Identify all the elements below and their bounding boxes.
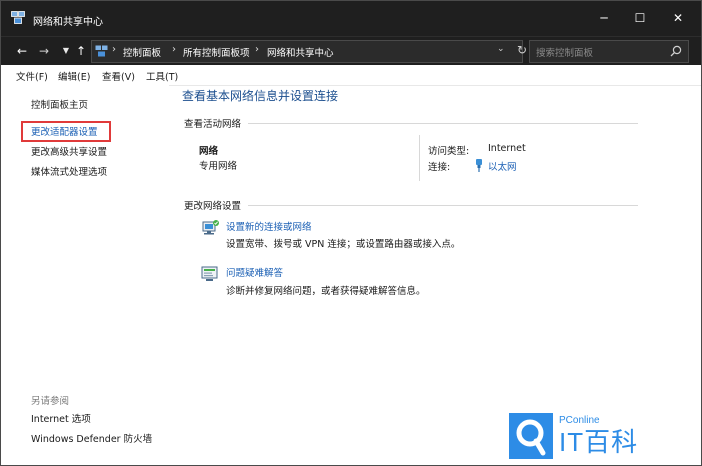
menu-view[interactable]: 查看(V)	[102, 69, 135, 83]
watermark-title: IT百科	[559, 427, 639, 457]
minimize-button[interactable]: ─	[591, 7, 617, 29]
navigation-bar: ← → ▼ ↑ › 控制面板 › 所有控制面板项 › 网络和共享中心 ⌄ ↻ 搜…	[1, 36, 701, 66]
sidebar-item-change-adapter-settings[interactable]: 更改适配器设置	[31, 124, 98, 138]
control-panel-icon	[95, 45, 108, 57]
breadcrumb-all-items[interactable]: 所有控制面板项	[183, 45, 250, 59]
title-bar: 网络和共享中心 ─ ☐ ✕	[1, 1, 701, 36]
maximize-button[interactable]: ☐	[627, 7, 653, 29]
troubleshoot-link[interactable]: 问题疑难解答	[226, 265, 283, 279]
network-setup-icon	[202, 220, 219, 235]
active-networks-heading: 查看活动网络	[184, 119, 242, 130]
close-button[interactable]: ✕	[665, 7, 691, 29]
refresh-icon[interactable]: ↻	[517, 43, 527, 57]
access-type-label: 访问类型:	[428, 146, 470, 157]
section-divider	[248, 123, 638, 124]
network-name: 网络	[199, 146, 219, 157]
setup-connection-description: 设置宽带、拨号或 VPN 连接；或设置路由器或接入点。	[226, 239, 461, 250]
search-box[interactable]: 搜索控制面板	[529, 40, 689, 63]
watermark-brand: PConline	[559, 415, 600, 426]
change-settings-heading: 更改网络设置	[184, 201, 242, 212]
breadcrumb-separator: ›	[112, 44, 116, 55]
forward-button[interactable]: →	[36, 42, 52, 60]
page-title: 查看基本网络信息并设置连接	[182, 89, 339, 103]
setup-connection-link[interactable]: 设置新的连接或网络	[226, 219, 312, 233]
watermark-logo: PConline IT百科	[509, 413, 643, 459]
network-center-icon	[11, 11, 25, 24]
up-button[interactable]: ↑	[73, 42, 89, 60]
vertical-divider	[419, 135, 420, 181]
troubleshoot-icon	[201, 266, 218, 281]
breadcrumb-network-center[interactable]: 网络和共享中心	[267, 45, 334, 59]
breadcrumb-separator: ›	[255, 44, 259, 55]
address-dropdown-icon[interactable]: ⌄	[497, 44, 505, 54]
sidebar-item-media-streaming[interactable]: 媒体流式处理选项	[31, 164, 107, 178]
watermark-icon	[509, 413, 553, 459]
section-divider	[248, 205, 638, 206]
network-category: 专用网络	[199, 161, 238, 172]
back-button[interactable]: ←	[14, 42, 30, 60]
window: 网络和共享中心 ─ ☐ ✕ ← → ▼ ↑ › 控制面板 › 所有控制面板项 ›…	[0, 0, 702, 466]
see-also-internet-options[interactable]: Internet 选项	[31, 411, 91, 425]
ethernet-connection-link[interactable]: 以太网	[488, 159, 517, 173]
menu-tools[interactable]: 工具(T)	[146, 69, 178, 83]
sidebar-item-advanced-sharing[interactable]: 更改高级共享设置	[31, 144, 107, 158]
left-pane: 控制面板主页 更改适配器设置 更改高级共享设置 媒体流式处理选项 另请参阅 In…	[1, 85, 169, 465]
menu-edit[interactable]: 编辑(E)	[58, 69, 90, 83]
access-type-value: Internet	[488, 143, 526, 154]
menu-file[interactable]: 文件(F)	[16, 69, 48, 83]
breadcrumb-separator: ›	[172, 44, 176, 55]
see-also-heading: 另请参阅	[31, 396, 70, 407]
see-also-firewall[interactable]: Windows Defender 防火墙	[31, 431, 152, 445]
recent-locations-button[interactable]: ▼	[58, 42, 74, 60]
window-title: 网络和共享中心	[33, 17, 103, 28]
search-icon	[670, 45, 682, 57]
address-bar[interactable]: › 控制面板 › 所有控制面板项 › 网络和共享中心 ⌄ ↻	[91, 40, 527, 63]
breadcrumb-control-panel[interactable]: 控制面板	[123, 45, 161, 59]
ethernet-icon	[476, 159, 482, 172]
connections-label: 连接:	[428, 162, 451, 173]
magnifier-icon	[516, 419, 546, 456]
search-input[interactable]: 搜索控制面板	[536, 45, 593, 59]
troubleshoot-description: 诊断并修复网络问题，或者获得疑难解答信息。	[226, 286, 426, 297]
menu-bar: 文件(F) 编辑(E) 查看(V) 工具(T)	[1, 65, 701, 86]
sidebar-item-control-panel-home[interactable]: 控制面板主页	[31, 97, 88, 111]
